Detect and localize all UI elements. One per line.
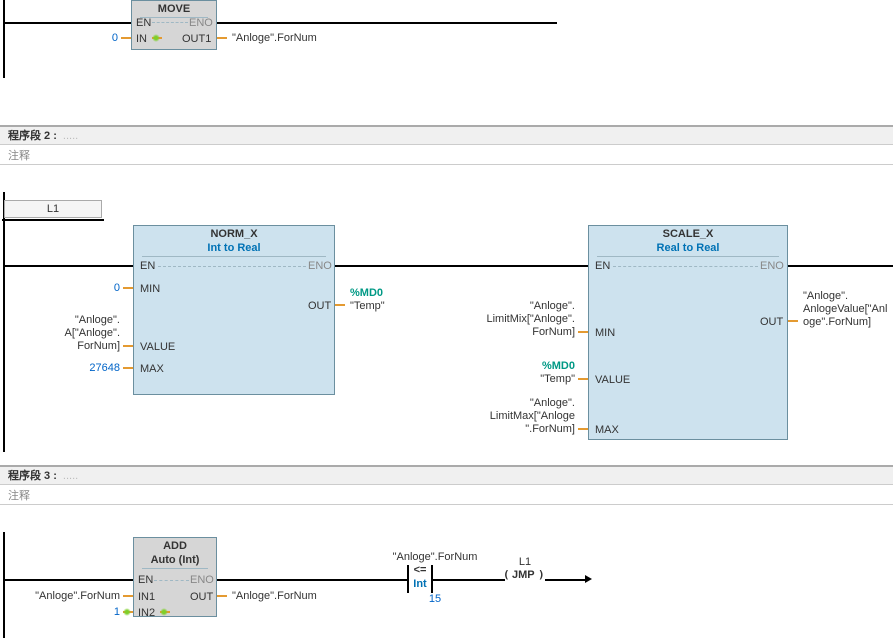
scalex-max-l1: "Anloge". [470, 397, 575, 409]
normx-pin-en: EN [140, 260, 155, 272]
scalex-out-l1: "Anloge". [803, 290, 848, 302]
normx-pin-min: MIN [140, 283, 160, 295]
segment2-header[interactable] [0, 125, 893, 145]
move-out-label: "Anloge".ForNum [232, 32, 317, 44]
stub [123, 345, 133, 347]
normx-min-val: 0 [60, 282, 120, 294]
add-out-val: "Anloge".ForNum [232, 590, 317, 602]
normx-out-tag: %MD0 [350, 287, 383, 299]
segment3-header[interactable] [0, 465, 893, 485]
normx-pin-out: OUT [308, 300, 331, 312]
move-en-eno-line [152, 22, 188, 23]
stub [123, 595, 133, 597]
move-pin-en: EN [136, 17, 151, 29]
block-move-title: MOVE [132, 1, 216, 17]
add-in1-val: "Anloge".ForNum [8, 590, 120, 602]
normx-pin-max: MAX [140, 363, 164, 375]
scalex-max-l3: ".ForNum] [470, 423, 575, 435]
move-in-value: 0 [60, 32, 118, 44]
add-pin-en: EN [138, 574, 153, 586]
normx-val-l3: ForNum] [30, 340, 120, 352]
stub [152, 37, 162, 39]
compare-type: Int [410, 578, 430, 590]
rung3-wire-m1 [217, 579, 407, 581]
scalex-title: SCALE_X [589, 226, 787, 242]
rail-net2 [3, 222, 5, 452]
normx-max-val: 27648 [50, 362, 120, 374]
jump-label: L1 [495, 556, 555, 568]
normx-pin-value: VALUE [140, 341, 175, 353]
jump-name: JMP [512, 569, 535, 581]
add-pin-out: OUT [190, 591, 213, 603]
block-scalex[interactable]: SCALE_X Real to Real [588, 225, 788, 440]
rail-net3 [3, 532, 5, 638]
add-in2-val: 1 [8, 606, 120, 618]
normx-val-l2: A["Anloge". [30, 327, 120, 339]
segment3-comment[interactable]: 注释 [0, 487, 893, 505]
scalex-val-tag: %MD0 [490, 360, 575, 372]
stub [123, 611, 133, 613]
scalex-pin-min: MIN [595, 327, 615, 339]
scalex-sub: Real to Real [589, 242, 787, 256]
jump-coil[interactable]: L1 ( JMP ) [495, 556, 555, 586]
stub [121, 37, 131, 39]
stub [217, 37, 227, 39]
jump-arrow-icon [585, 575, 592, 583]
rung1-wire-right [217, 22, 557, 24]
scalex-pin-out: OUT [760, 316, 783, 328]
stub [123, 287, 133, 289]
add-pin-eno: ENO [190, 574, 214, 586]
scalex-max-l2: LimitMax["Anloge [470, 410, 575, 422]
compare-op: <= [410, 564, 430, 576]
scalex-pin-en: EN [595, 260, 610, 272]
scalex-out-l3: oge".ForNum] [803, 316, 871, 328]
normx-out-name: "Temp" [350, 300, 385, 312]
add-sub: Auto (Int) [134, 554, 216, 568]
stub [335, 304, 345, 306]
normx-val-l1: "Anloge". [30, 314, 120, 326]
stub [160, 611, 170, 613]
tab-underline [2, 219, 104, 221]
rung2-wire-mid [335, 265, 588, 267]
scalex-en-eno-line [613, 266, 758, 267]
scalex-min-l3: ForNum] [470, 326, 575, 338]
scalex-val-name: "Temp" [490, 373, 575, 385]
stub [123, 367, 133, 369]
segment2-comment[interactable]: 注释 [0, 147, 893, 165]
scalex-pin-value: VALUE [595, 374, 630, 386]
stub [217, 595, 227, 597]
move-pin-in: IN [136, 33, 147, 45]
scalex-out-l2: AnlogeValue["Anl [803, 303, 887, 315]
scalex-pin-max: MAX [595, 424, 619, 436]
compare-le[interactable]: "Anloge".ForNum <= Int 15 [380, 551, 490, 605]
scalex-pin-eno: ENO [760, 260, 784, 272]
segment3-title: 程序段 3 :..... [8, 467, 78, 483]
segment2-title: 程序段 2 :..... [8, 127, 78, 143]
rung2-wire-l [3, 265, 133, 267]
normx-en-eno-line [158, 266, 306, 267]
add-pin-in2: IN2 [138, 607, 155, 619]
move-pin-out1: OUT1 [182, 33, 211, 45]
stub [578, 428, 588, 430]
label-l1[interactable]: L1 [4, 200, 102, 218]
move-pin-eno: ENO [189, 17, 213, 29]
scalex-min-l1: "Anloge". [470, 300, 575, 312]
rung3-wire-l [3, 579, 133, 581]
add-pin-in1: IN1 [138, 591, 155, 603]
stub [578, 378, 588, 380]
rung1-wire-left [3, 22, 131, 24]
compare-top-label: "Anloge".ForNum [380, 551, 490, 563]
normx-sub: Int to Real [134, 242, 334, 256]
rung2-wire-r [788, 265, 893, 267]
compare-rhs: 15 [380, 593, 490, 605]
add-en-eno-line [154, 580, 189, 581]
scalex-min-l2: LimitMix["Anloge". [470, 313, 575, 325]
normx-pin-eno: ENO [308, 260, 332, 272]
normx-title: NORM_X [134, 226, 334, 242]
stub [578, 331, 588, 333]
rail-net1 [3, 0, 5, 78]
stub [788, 320, 798, 322]
add-title: ADD [134, 538, 216, 554]
